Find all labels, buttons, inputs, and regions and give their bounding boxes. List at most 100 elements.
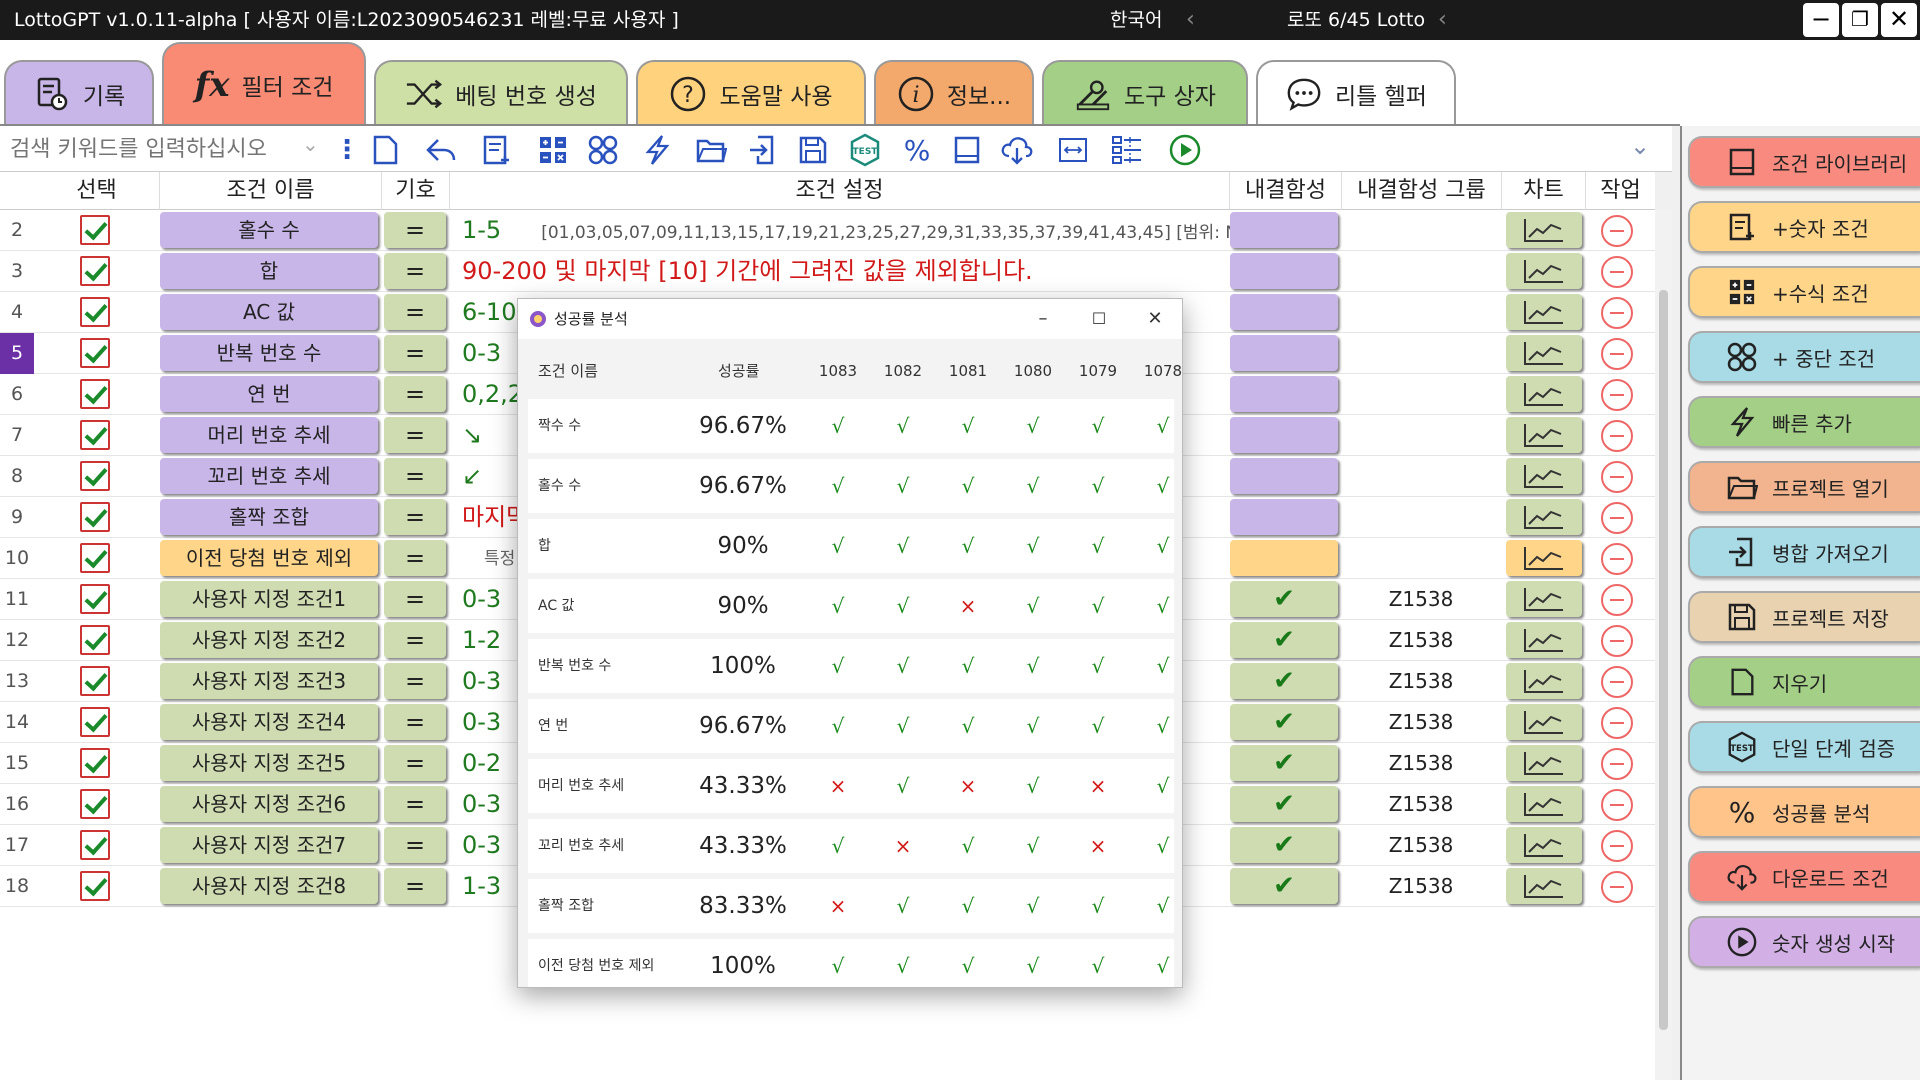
remove-icon[interactable] xyxy=(1601,707,1633,739)
close-button[interactable]: ✕ xyxy=(1881,3,1917,37)
remove-icon[interactable] xyxy=(1601,461,1633,493)
condition-name-button[interactable]: 사용자 지정 조건6 xyxy=(160,786,378,822)
remove-icon[interactable] xyxy=(1601,256,1633,288)
row-checkbox[interactable] xyxy=(80,789,110,819)
remove-icon[interactable] xyxy=(1601,666,1633,698)
add-number-icon[interactable] xyxy=(480,133,514,167)
row-checkbox[interactable] xyxy=(80,707,110,737)
new-file-icon[interactable] xyxy=(368,133,402,167)
row-checkbox[interactable] xyxy=(80,461,110,491)
condition-name-button[interactable]: 사용자 지정 조건3 xyxy=(160,663,378,699)
tolerance-toggle[interactable]: ✔ xyxy=(1230,663,1338,699)
tolerance-toggle[interactable]: ✔ xyxy=(1230,704,1338,740)
tolerance-toggle[interactable]: ✔ xyxy=(1230,868,1338,904)
row-checkbox[interactable] xyxy=(80,420,110,450)
formula-icon[interactable] xyxy=(536,133,570,167)
symbol-button[interactable]: = xyxy=(384,704,446,740)
condition-name-button[interactable]: 사용자 지정 조건1 xyxy=(160,581,378,617)
dialog-minimize-button[interactable]: – xyxy=(1015,299,1071,339)
condition-name-button[interactable]: 홀짝 조합 xyxy=(160,499,378,535)
remove-icon[interactable] xyxy=(1601,789,1633,821)
undo-icon[interactable] xyxy=(424,133,458,167)
chart-button[interactable] xyxy=(1506,417,1582,453)
chart-button[interactable] xyxy=(1506,376,1582,412)
chart-button[interactable] xyxy=(1506,868,1582,904)
condition-name-button[interactable]: 반복 번호 수 xyxy=(160,335,378,371)
chart-button[interactable] xyxy=(1506,581,1582,617)
chevron-left-icon[interactable]: ‹ xyxy=(1186,0,1195,40)
row-checkbox[interactable] xyxy=(80,256,110,286)
condition-name-button[interactable]: 사용자 지정 조건7 xyxy=(160,827,378,863)
tolerance-toggle[interactable] xyxy=(1230,335,1338,371)
condition-settings[interactable]: 1-5 [01,03,05,07,09,11,13,15,17,19,21,23,… xyxy=(462,210,1232,251)
chart-button[interactable] xyxy=(1506,745,1582,781)
lotto-selector[interactable]: 로또 6/45 Lotto xyxy=(1287,0,1425,40)
symbol-button[interactable]: = xyxy=(384,417,446,453)
more-vertical-icon[interactable]: ⋮ xyxy=(330,133,364,167)
remove-icon[interactable] xyxy=(1601,584,1633,616)
chart-button[interactable] xyxy=(1506,458,1582,494)
chevrons-down-icon[interactable]: ⌄ xyxy=(1630,132,1650,160)
single-step-verify-button[interactable]: TEST 단일 단계 검증 xyxy=(1688,721,1920,773)
condition-name-button[interactable]: 사용자 지정 조건2 xyxy=(160,622,378,658)
chart-button[interactable] xyxy=(1506,499,1582,535)
symbol-button[interactable]: = xyxy=(384,663,446,699)
tolerance-toggle[interactable] xyxy=(1230,376,1338,412)
chart-button[interactable] xyxy=(1506,540,1582,576)
condition-name-button[interactable]: 이전 당첨 번호 제외 xyxy=(160,540,378,576)
download-condition-button[interactable]: 다운로드 조건 xyxy=(1688,851,1920,903)
restore-button[interactable]: ❐ xyxy=(1842,3,1878,37)
tab-info[interactable]: i 정보... xyxy=(874,60,1034,126)
tolerance-toggle[interactable] xyxy=(1230,458,1338,494)
tolerance-toggle[interactable]: ✔ xyxy=(1230,827,1338,863)
condition-name-button[interactable]: 연 번 xyxy=(160,376,378,412)
table-row[interactable]: 3 합 = 90-200 및 마지막 [10] 기간에 그려진 값을 제외합니다. xyxy=(0,251,1655,292)
symbol-button[interactable]: = xyxy=(384,212,446,248)
remove-icon[interactable] xyxy=(1601,625,1633,657)
save-project-button[interactable]: 프로젝트 저장 xyxy=(1688,591,1920,643)
scrollbar-thumb[interactable] xyxy=(1659,290,1668,1030)
search-input[interactable] xyxy=(10,134,330,164)
break-condition-icon[interactable] xyxy=(586,133,620,167)
tolerance-toggle[interactable]: ✔ xyxy=(1230,745,1338,781)
tolerance-toggle[interactable] xyxy=(1230,253,1338,289)
tolerance-toggle[interactable] xyxy=(1230,417,1338,453)
test-icon[interactable]: TEST xyxy=(848,133,882,167)
symbol-button[interactable]: = xyxy=(384,335,446,371)
chart-button[interactable] xyxy=(1506,827,1582,863)
symbol-button[interactable]: = xyxy=(384,540,446,576)
add-formula-condition-button[interactable]: +수식 조건 xyxy=(1688,266,1920,318)
percent-icon[interactable]: % xyxy=(900,133,934,167)
condition-name-button[interactable]: AC 값 xyxy=(160,294,378,330)
chart-button[interactable] xyxy=(1506,663,1582,699)
merge-import-button[interactable]: 병합 가져오기 xyxy=(1688,526,1920,578)
condition-name-button[interactable]: 사용자 지정 조건5 xyxy=(160,745,378,781)
import-icon[interactable] xyxy=(746,133,780,167)
cloud-download-icon[interactable] xyxy=(1000,133,1034,167)
condition-settings[interactable]: 90-200 및 마지막 [10] 기간에 그려진 값을 제외합니다. xyxy=(462,251,1232,292)
row-checkbox[interactable] xyxy=(80,584,110,614)
dialog-maximize-button[interactable]: ☐ xyxy=(1071,299,1127,339)
add-break-condition-button[interactable]: + 중단 조건 xyxy=(1688,331,1920,383)
condition-library-button[interactable]: 조건 라이브러리 xyxy=(1688,136,1920,188)
language-selector[interactable]: 한국어 xyxy=(1110,0,1162,40)
success-rate-button[interactable]: % 성공률 분석 xyxy=(1688,786,1920,838)
tolerance-toggle[interactable] xyxy=(1230,212,1338,248)
chart-button[interactable] xyxy=(1506,294,1582,330)
remove-icon[interactable] xyxy=(1601,830,1633,862)
row-checkbox[interactable] xyxy=(80,338,110,368)
row-checkbox[interactable] xyxy=(80,748,110,778)
remove-icon[interactable] xyxy=(1601,297,1633,329)
tolerance-toggle[interactable] xyxy=(1230,499,1338,535)
row-checkbox[interactable] xyxy=(80,215,110,245)
tab-filter-conditions[interactable]: fx 필터 조건 xyxy=(162,42,366,126)
remove-icon[interactable] xyxy=(1601,543,1633,575)
chevron-down-icon[interactable]: ⌄ xyxy=(302,132,319,156)
save-icon[interactable] xyxy=(796,133,830,167)
symbol-button[interactable]: = xyxy=(384,868,446,904)
dialog-title-bar[interactable]: 성공률 분석 – ☐ ✕ xyxy=(518,299,1182,339)
row-checkbox[interactable] xyxy=(80,297,110,327)
folder-open-icon[interactable] xyxy=(694,133,728,167)
condition-name-button[interactable]: 합 xyxy=(160,253,378,289)
start-generate-button[interactable]: 숫자 생성 시작 xyxy=(1688,916,1920,968)
